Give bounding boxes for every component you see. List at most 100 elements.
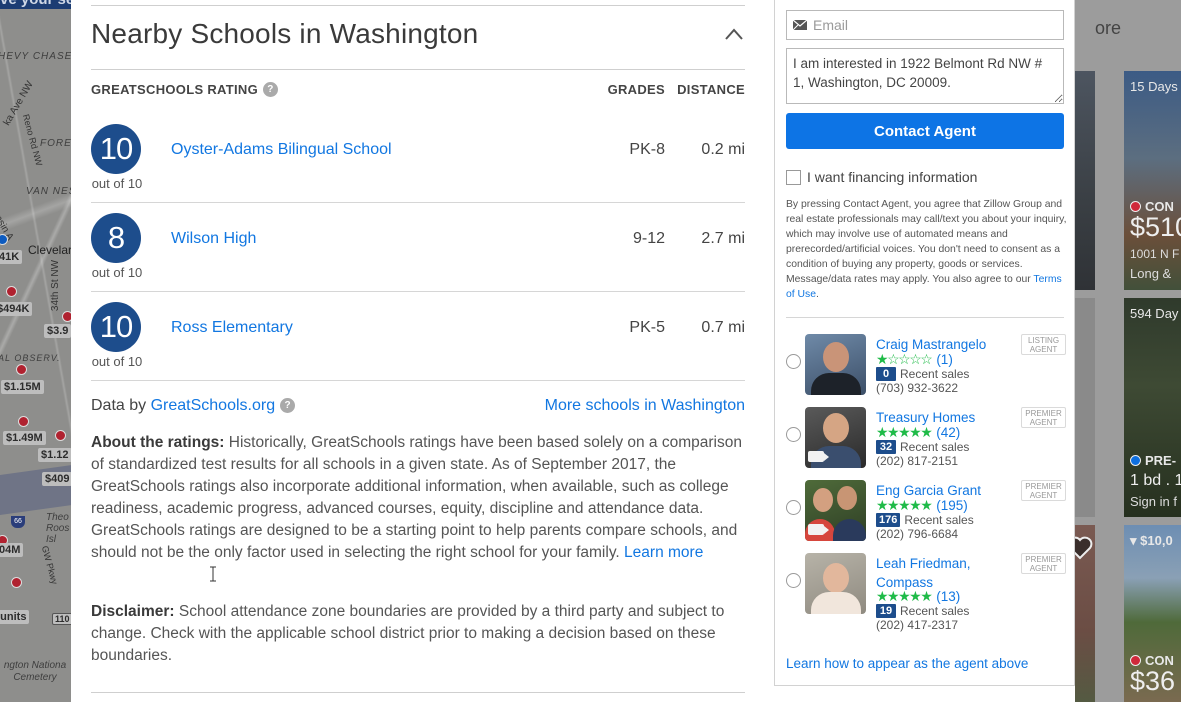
map-background[interactable]: ve your se HEVY CHASE ka Ave NW Reno Rd … xyxy=(0,0,72,702)
listing-card[interactable]: 15 Days CON $510 1001 N F Long & xyxy=(1124,71,1181,290)
shield-number: 66 xyxy=(14,518,22,525)
listing-card[interactable] xyxy=(1075,525,1095,702)
agent-phone: (202) 796-6684 xyxy=(876,527,959,541)
review-count: (195) xyxy=(936,498,968,513)
recent-sales: 19 Recent sales xyxy=(876,604,969,618)
recent-sales-label: Recent sales xyxy=(904,513,974,527)
column-header-rating: GREATSCHOOLS RATING? xyxy=(91,82,278,97)
map-marker[interactable] xyxy=(55,430,66,441)
map-marker[interactable] xyxy=(16,364,27,375)
agent-radio[interactable] xyxy=(786,427,801,442)
school-grades: PK-8 xyxy=(629,141,665,158)
map-marker[interactable] xyxy=(18,416,29,427)
status-dot-icon xyxy=(1130,455,1141,466)
map-price-tag[interactable]: $3.9 xyxy=(44,324,72,338)
listing-card[interactable]: 594 Day PRE- 1 bd . 1 Sign in f xyxy=(1124,298,1181,517)
map-price-tag[interactable]: $494K xyxy=(0,302,33,316)
greatschools-link[interactable]: GreatSchools.org xyxy=(151,397,276,414)
agent-type-line: AGENT xyxy=(1029,491,1058,500)
agent-rating[interactable]: ★★★★★ (42) xyxy=(876,424,960,441)
school-link[interactable]: Ross Elementary xyxy=(171,319,293,337)
legal-disclaimer: By pressing Contact Agent, you agree tha… xyxy=(786,197,1068,302)
review-count: (42) xyxy=(936,425,961,440)
map-price-tag[interactable]: 04M xyxy=(0,543,24,557)
map-price-tag[interactable]: $1.49M xyxy=(3,431,46,445)
map-price-tag[interactable]: s units xyxy=(0,610,30,624)
rating-out-of: out of 10 xyxy=(91,176,143,191)
more-schools-link[interactable]: More schools in Washington xyxy=(545,397,745,415)
agent-type-badge: PREMIER AGENT xyxy=(1021,553,1066,574)
status-dot-icon xyxy=(1130,655,1141,666)
agent-type-line: PREMIER xyxy=(1025,409,1062,418)
agent-option[interactable]: Craig Mastrangelo ★☆☆☆☆ (1) 0 Recent sal… xyxy=(786,334,1066,404)
listing-status: PRE- xyxy=(1130,453,1176,468)
agent-option[interactable]: Treasury Homes ★★★★★ (42) 32 Recent sale… xyxy=(786,407,1066,477)
star-rating-icon: ★★★★★ xyxy=(876,497,933,513)
map-save-search-banner[interactable]: ve your se xyxy=(0,0,72,9)
rating-out-of: out of 10 xyxy=(91,354,143,369)
listing-card[interactable] xyxy=(1075,71,1095,290)
star-rating-icon: ★☆☆☆☆ xyxy=(876,351,933,367)
disclaimer-body: School attendance zone boundaries are pr… xyxy=(91,603,725,664)
listing-price-cut: ▾ $10,0 xyxy=(1130,533,1173,548)
help-icon[interactable]: ? xyxy=(280,398,296,413)
route-number: 110 xyxy=(52,613,72,625)
review-count: (1) xyxy=(936,352,953,367)
school-row: 10 out of 10 Oyster-Adams Bilingual Scho… xyxy=(91,114,745,203)
map-price-tag[interactable]: $1.15M xyxy=(1,380,44,394)
map-marker[interactable] xyxy=(0,234,8,245)
email-field[interactable] xyxy=(786,10,1064,40)
column-header-label: GREATSCHOOLS RATING xyxy=(91,82,258,97)
map-marker[interactable] xyxy=(11,577,22,588)
financing-checkbox-row[interactable]: I want financing information xyxy=(786,169,977,185)
agent-type-line: AGENT xyxy=(1029,564,1058,573)
learn-more-link[interactable]: Learn more xyxy=(624,544,703,561)
listing-card[interactable] xyxy=(1075,298,1095,517)
listing-price: $36 xyxy=(1130,666,1176,696)
recent-sales: 0 Recent sales xyxy=(876,367,969,381)
map-price-tag[interactable]: 41K xyxy=(0,250,23,264)
learn-how-to-appear-link[interactable]: Learn how to appear as the agent above xyxy=(786,656,1028,671)
map-label: AL OBSERV. xyxy=(0,353,61,363)
map-price-tag[interactable]: $1.12 xyxy=(38,448,72,462)
agent-radio[interactable] xyxy=(786,354,801,369)
listing-card[interactable]: ▾ $10,0 CON $36 xyxy=(1124,525,1181,702)
agent-rating[interactable]: ★★★★★ (195) xyxy=(876,497,968,514)
star-rating-icon: ★★★★★ xyxy=(876,588,933,604)
agent-type-badge: PREMIER AGENT xyxy=(1021,480,1066,501)
agent-radio[interactable] xyxy=(786,573,801,588)
school-link[interactable]: Oyster-Adams Bilingual School xyxy=(171,141,392,159)
map-price-tag[interactable]: $409 xyxy=(42,472,72,486)
chevron-up-icon[interactable] xyxy=(725,28,743,40)
map-label: VAN NES xyxy=(26,186,72,197)
financing-checkbox[interactable] xyxy=(786,169,801,185)
agent-type-line: LISTING xyxy=(1027,336,1060,345)
agent-option[interactable]: Leah Friedman, Compass ★★★★★ (13) 19 Rec… xyxy=(786,553,1066,635)
interstate-shield-icon: 66 xyxy=(11,516,25,528)
divider xyxy=(91,380,745,381)
agent-name-link[interactable]: Leah Friedman, Compass xyxy=(876,554,1006,592)
agent-photo-face xyxy=(823,413,849,443)
banner-text: ve your se xyxy=(0,0,72,8)
agent-rating[interactable]: ★☆☆☆☆ (1) xyxy=(876,351,953,368)
agent-phone: (202) 817-2151 xyxy=(876,454,959,468)
agent-radio[interactable] xyxy=(786,500,801,515)
agent-option[interactable]: Eng Garcia Grant ★★★★★ (195) 176 Recent … xyxy=(786,480,1066,550)
heart-icon[interactable] xyxy=(1075,535,1093,561)
schools-section-header[interactable]: Nearby Schools in Washington xyxy=(91,18,745,58)
more-listings-heading: ore xyxy=(1095,18,1122,38)
video-icon xyxy=(808,451,829,462)
listing-days: 15 Days xyxy=(1130,79,1178,94)
email-input[interactable] xyxy=(813,17,1043,33)
school-distance: 0.2 mi xyxy=(701,141,745,158)
agent-rating[interactable]: ★★★★★ (13) xyxy=(876,588,960,605)
contact-agent-form: Contact Agent I want financing informati… xyxy=(774,0,1075,686)
map-marker[interactable] xyxy=(6,286,17,297)
help-icon[interactable]: ? xyxy=(263,82,278,97)
message-textarea[interactable] xyxy=(786,48,1064,104)
school-link[interactable]: Wilson High xyxy=(171,230,256,248)
divider xyxy=(91,69,745,70)
recent-sales-count: 19 xyxy=(876,604,896,618)
contact-agent-button[interactable]: Contact Agent xyxy=(786,113,1064,149)
listing-price: $510 xyxy=(1130,212,1181,242)
